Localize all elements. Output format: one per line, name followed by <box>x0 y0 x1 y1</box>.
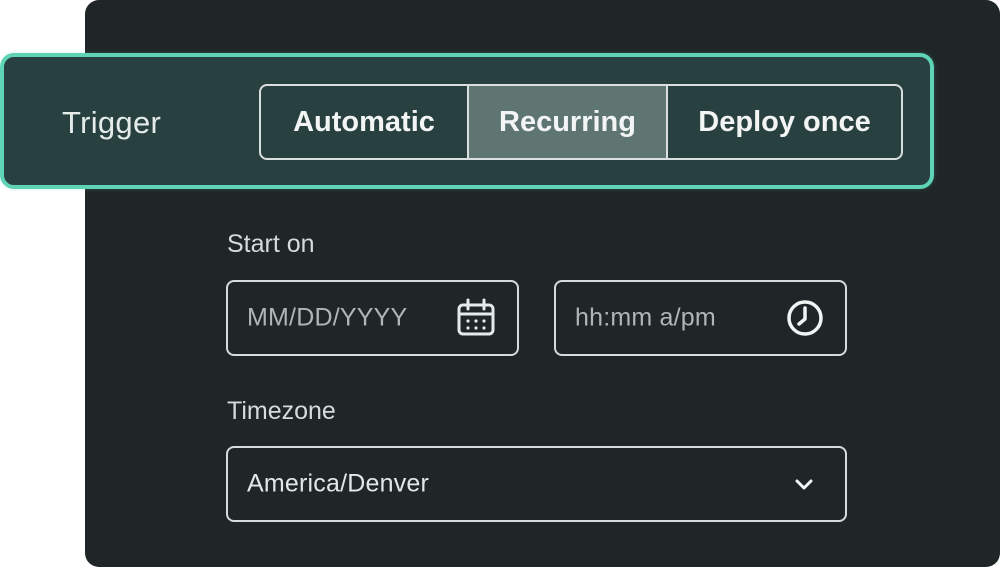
trigger-label: Trigger <box>62 105 162 140</box>
trigger-card: Trigger Automatic Recurring Deploy once <box>0 53 934 189</box>
trigger-segmented-control: Automatic Recurring Deploy once <box>259 84 903 160</box>
trigger-option-recurring[interactable]: Recurring <box>469 86 668 158</box>
date-input[interactable]: MM/DD/YYYY <box>226 280 519 356</box>
timezone-value: America/Denver <box>247 469 430 498</box>
timezone-select[interactable]: America/Denver <box>226 446 847 522</box>
chevron-down-icon[interactable] <box>792 472 816 496</box>
time-input[interactable]: hh:mm a/pm <box>554 280 847 356</box>
date-input-placeholder: MM/DD/YYYY <box>247 303 408 332</box>
calendar-icon[interactable] <box>456 298 496 338</box>
stage: Start on MM/DD/YYYY hh:mm a/pm Timezone … <box>0 0 1000 567</box>
trigger-option-automatic[interactable]: Automatic <box>261 86 469 158</box>
time-input-placeholder: hh:mm a/pm <box>575 303 716 332</box>
timezone-label: Timezone <box>227 397 336 425</box>
clock-icon[interactable] <box>785 298 825 338</box>
start-on-label: Start on <box>227 230 315 258</box>
trigger-option-deploy-once[interactable]: Deploy once <box>668 86 901 158</box>
